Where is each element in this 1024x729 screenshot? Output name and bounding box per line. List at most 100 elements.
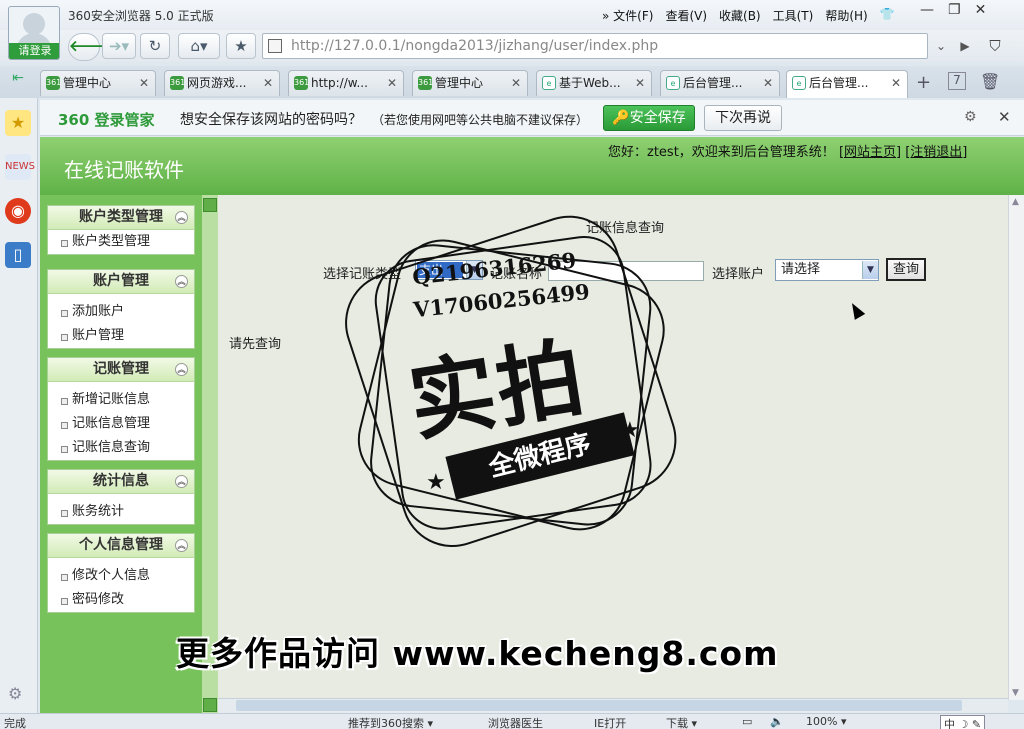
trash-icon[interactable]: 🗑 <box>980 72 1000 91</box>
splitter-bottom-handle[interactable] <box>203 698 217 712</box>
splitter-top-handle[interactable] <box>203 198 217 212</box>
chevron-down-icon[interactable]: ▼ <box>466 261 482 279</box>
menu-group-account-type: 账户类型管理 ︽ 账户类型管理 <box>47 205 195 255</box>
name-input[interactable] <box>548 261 704 281</box>
menu-item-change-password[interactable]: 密码修改 <box>48 588 194 612</box>
news-icon[interactable]: NEWS <box>5 154 35 180</box>
menu-group-account: 账户管理 ︽ 添加账户 账户管理 <box>47 269 195 349</box>
minimize-icon[interactable]: — <box>920 2 934 18</box>
sidebar-settings-gear-icon[interactable]: ⚙ <box>8 684 22 703</box>
tab-5[interactable]: e 基于Web... ✕ <box>536 70 652 96</box>
refresh-icon[interactable]: ↻ <box>140 33 170 59</box>
type-select-value: 支出 <box>417 262 463 278</box>
horizontal-scroll-thumb[interactable] <box>236 700 962 711</box>
address-bar[interactable]: http://127.0.0.1/nongda2013/jizhang/user… <box>262 33 928 59</box>
forward-arrow-icon[interactable]: ➔▾ <box>102 33 136 59</box>
frame-splitter[interactable] <box>202 195 218 713</box>
360-favicon-icon: 361 <box>294 76 309 90</box>
query-button[interactable]: 查询 <box>886 258 926 281</box>
password-bar-gear-icon[interactable]: ⚙ <box>964 109 977 125</box>
skin-shirt-icon[interactable]: 👕 <box>880 7 895 24</box>
account-select[interactable]: 请选择 ▼ <box>775 259 879 281</box>
tab-3[interactable]: 361 http://w... ✕ <box>288 70 404 96</box>
menu-group-header[interactable]: 记账管理 ︽ <box>48 358 194 382</box>
tab-close-icon[interactable]: ✕ <box>139 71 149 95</box>
collapse-icon[interactable]: ︽ <box>175 275 188 288</box>
menu-help[interactable]: 帮助(H) <box>825 7 867 24</box>
later-button[interactable]: 下次再说 <box>704 105 782 131</box>
menu-favorites[interactable]: 收藏(B) <box>719 7 761 24</box>
go-arrow-icon[interactable]: ▶ <box>955 33 975 59</box>
collapse-icon[interactable]: ︽ <box>175 475 188 488</box>
menu-item-finance-stats[interactable]: 账务统计 <box>48 500 194 524</box>
tab-2[interactable]: 361 网页游戏... ✕ <box>164 70 280 96</box>
scroll-up-icon[interactable]: ▲ <box>1012 197 1019 207</box>
menu-group-header[interactable]: 个人信息管理 ︽ <box>48 534 194 558</box>
tab-6[interactable]: e 后台管理... ✕ <box>660 70 780 96</box>
home-link[interactable]: [网站主页] <box>839 145 901 160</box>
volume-icon[interactable]: 🔈 <box>770 715 784 728</box>
mobile-phone-icon[interactable]: ▯ <box>5 242 31 268</box>
menu-item-record-query[interactable]: 记账信息查询 <box>48 436 194 460</box>
weibo-icon[interactable]: ◉ <box>5 198 31 224</box>
browser-sidebar: ★ NEWS ◉ ▯ <box>0 98 38 713</box>
restore-icon[interactable]: ❐ <box>948 2 961 18</box>
tab-4[interactable]: 361 管理中心 ✕ <box>412 70 528 96</box>
ie-favicon-icon: e <box>666 76 680 90</box>
back-arrow-icon[interactable]: 🡐 <box>68 33 109 61</box>
menu-item-record-manage[interactable]: 记账信息管理 <box>48 412 194 436</box>
collapse-icon[interactable]: ︽ <box>175 211 188 224</box>
browser-doctor-button[interactable]: 浏览器医生 <box>488 715 543 729</box>
tab-close-icon[interactable]: ✕ <box>891 71 901 95</box>
tab-close-icon[interactable]: ✕ <box>763 71 773 95</box>
scroll-down-icon[interactable]: ▼ <box>1012 688 1019 698</box>
empty-result-message: 请先查询 <box>229 337 282 352</box>
360-favicon-icon: 361 <box>418 76 433 90</box>
tab-close-icon[interactable]: ✕ <box>263 71 273 95</box>
query-title: 记账信息查询 <box>586 221 665 236</box>
vertical-scrollbar[interactable]: ▲ ▼ <box>1008 195 1024 700</box>
collapse-icon[interactable]: ︽ <box>175 539 188 552</box>
tab-1[interactable]: 361 管理中心 ✕ <box>40 70 156 96</box>
tab-close-icon[interactable]: ✕ <box>387 71 397 95</box>
closed-tabs-count[interactable]: 7 <box>948 72 966 90</box>
safe-save-button[interactable]: 🔑安全保存 <box>603 105 695 131</box>
menu-item-new-record[interactable]: 新增记账信息 <box>48 388 194 412</box>
user-avatar[interactable]: 请登录 <box>8 6 60 60</box>
menu-group-header[interactable]: 账户管理 ︽ <box>48 270 194 294</box>
tab-7-active[interactable]: e 后台管理... ✕ <box>786 70 908 98</box>
menu-item-account-manage[interactable]: 账户管理 <box>48 324 194 348</box>
collapse-icon[interactable]: ︽ <box>175 363 188 376</box>
home-icon[interactable]: ⌂▾ <box>178 33 220 59</box>
password-bar-close-icon[interactable]: ✕ <box>998 108 1011 126</box>
bookmark-star-icon[interactable]: ★ <box>226 33 256 59</box>
chevron-down-icon[interactable]: ▼ <box>862 261 878 279</box>
recommend-search-button[interactable]: 推荐到360搜索 ▾ <box>348 715 433 729</box>
menu-file[interactable]: » 文件(F) <box>602 7 653 24</box>
menu-view[interactable]: 查看(V) <box>665 7 707 24</box>
logout-link[interactable]: [注销退出] <box>905 145 967 160</box>
close-window-icon[interactable]: ✕ <box>975 2 987 18</box>
menu-group-statistics: 统计信息 ︽ 账务统计 <box>47 469 195 525</box>
menu-item-edit-profile[interactable]: 修改个人信息 <box>48 564 194 588</box>
zoom-level[interactable]: 100% ▾ <box>806 715 846 728</box>
address-dropdown-icon[interactable]: ⌄ <box>930 33 952 59</box>
menu-item-add-account[interactable]: 添加账户 <box>48 300 194 324</box>
menu-tools[interactable]: 工具(T) <box>773 7 814 24</box>
sidebar-toggle-icon[interactable]: ⇤ <box>6 70 30 92</box>
screen-icon[interactable]: ▭ <box>742 715 752 728</box>
password-save-message: 想安全保存该网站的密码吗？ <box>180 112 362 128</box>
menu-group-header[interactable]: 账户类型管理 ︽ <box>48 206 194 230</box>
menu-group-header[interactable]: 统计信息 ︽ <box>48 470 194 494</box>
input-method[interactable]: 中 ☽ ✎ <box>940 715 986 729</box>
tab-close-icon[interactable]: ✕ <box>635 71 645 95</box>
security-shield-icon[interactable]: ⛉ <box>982 33 1008 59</box>
new-tab-plus-icon[interactable]: + <box>916 72 931 93</box>
menu-item-account-type-manage[interactable]: 账户类型管理 <box>48 230 194 254</box>
tab-close-icon[interactable]: ✕ <box>511 71 521 95</box>
login-button[interactable]: 请登录 <box>9 43 59 59</box>
download-button[interactable]: 下载 ▾ <box>666 715 697 729</box>
name-label: 记账名称 <box>490 267 543 282</box>
ie-open-button[interactable]: IE打开 <box>594 715 626 729</box>
favorites-star-icon[interactable]: ★ <box>5 110 31 136</box>
